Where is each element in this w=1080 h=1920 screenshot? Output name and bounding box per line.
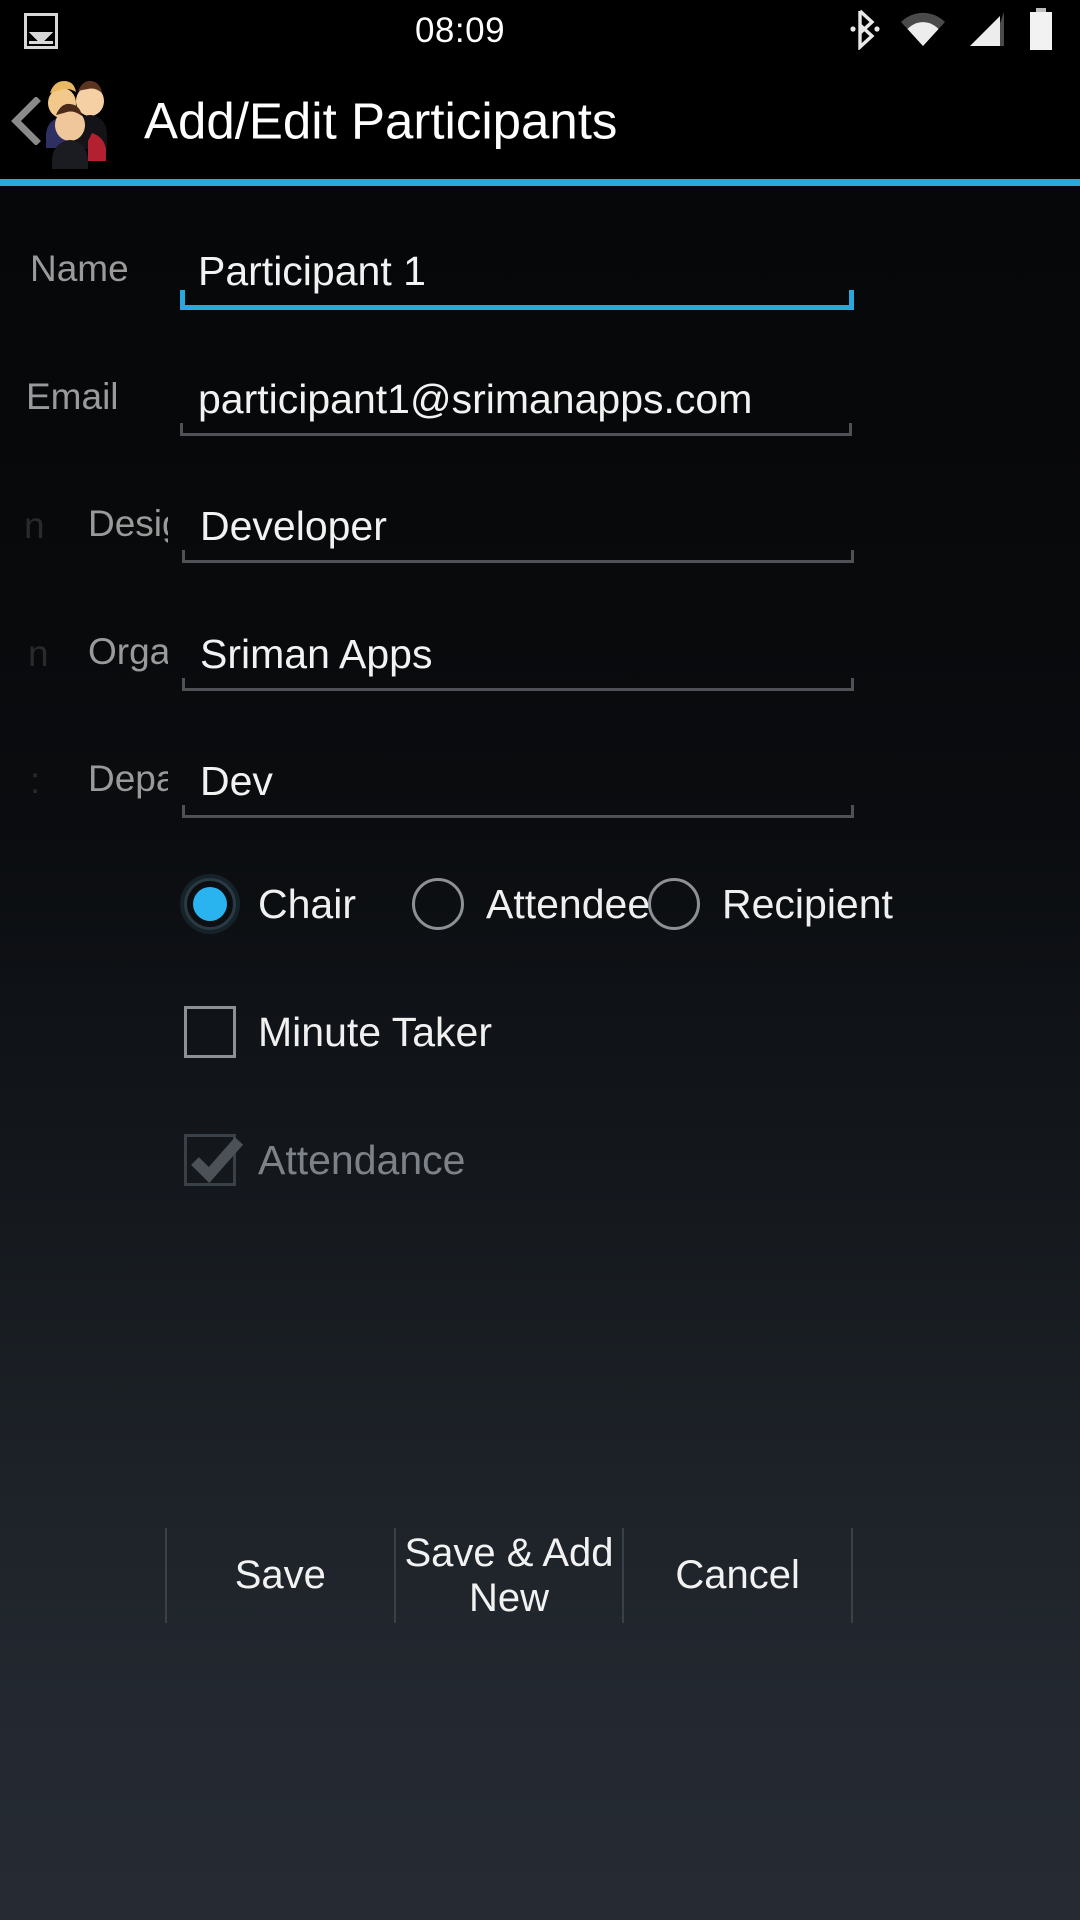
form-row-name: Name Participant 1 [0, 248, 1080, 310]
status-bar: 08:09 [0, 0, 1080, 62]
organization-input[interactable]: Sriman Apps [178, 631, 1018, 678]
role-option-attendee[interactable]: Attendee [412, 878, 651, 930]
role-option-recipient[interactable]: Recipient [648, 878, 893, 930]
radio-recipient-icon[interactable] [648, 878, 700, 930]
designation-input[interactable]: Developer [178, 503, 1018, 550]
wifi-icon [900, 10, 946, 53]
email-field-wrap: participant1@srimanapps.com [176, 376, 1008, 436]
form-action-bar: Save Save & Add New Cancel [165, 1528, 854, 1623]
form-row-department: : Depart Dev [0, 758, 1080, 818]
organization-input-underline [182, 678, 854, 691]
role-option-chair[interactable]: Chair [184, 878, 412, 930]
name-field-wrap: Participant 1 [176, 248, 1008, 310]
checkbox-minute-taker-label: Minute Taker [258, 1008, 492, 1055]
organization-field-wrap: Sriman Apps [178, 631, 1018, 691]
form-row-designation: n Design Developer [0, 503, 1080, 563]
checkbox-attendance-label: Attendance [258, 1136, 466, 1183]
department-input[interactable]: Dev [178, 758, 1018, 805]
status-bar-center: 08:09 [140, 11, 780, 51]
department-field-wrap: Dev [178, 758, 1018, 818]
form-row-email: Email participant1@srimanapps.com [0, 376, 1080, 436]
participants-group-icon [26, 73, 122, 173]
designation-input-underline [182, 550, 854, 563]
app-screen: 08:09 Add/Edit Participants Name Partici… [0, 0, 1080, 1920]
designation-label: Design [88, 503, 168, 544]
name-input-underline [180, 290, 854, 310]
status-bar-clock: 08:09 [414, 11, 506, 50]
department-input-underline [182, 805, 854, 818]
title-accent-divider [0, 179, 1080, 186]
name-input[interactable]: Participant 1 [176, 248, 1008, 295]
page-title: Add/Edit Participants [144, 92, 618, 149]
department-label-ghost: : [30, 760, 41, 801]
form-row-organization: n Organ Sriman Apps [0, 631, 1080, 691]
status-bar-right [780, 7, 1080, 55]
photo-icon [24, 13, 58, 49]
checkbox-attendance: Attendance [184, 1134, 465, 1186]
designation-field-wrap: Developer [178, 503, 1018, 563]
save-and-add-new-button[interactable]: Save & Add New [393, 1528, 623, 1623]
organization-label: Organ [88, 631, 168, 672]
email-input[interactable]: participant1@srimanapps.com [176, 376, 1008, 423]
organization-label-ghost: n [28, 633, 49, 674]
designation-label-ghost: n [24, 505, 45, 546]
role-option-chair-label: Chair [258, 880, 356, 927]
save-button[interactable]: Save [165, 1528, 394, 1623]
radio-chair-icon[interactable] [184, 878, 236, 930]
check-tick-icon [185, 1129, 247, 1191]
email-label: Email [26, 376, 119, 417]
role-option-attendee-label: Attendee [486, 880, 651, 927]
status-bar-left [0, 13, 140, 49]
title-bar: Add/Edit Participants [0, 62, 1080, 179]
role-radio-group: Chair Attendee Recipient [0, 878, 1080, 930]
cancel-button[interactable]: Cancel [622, 1528, 854, 1623]
department-label: Depart [88, 758, 168, 799]
checkbox-minute-taker-icon[interactable] [184, 1006, 236, 1058]
role-option-recipient-label: Recipient [722, 880, 893, 927]
bluetooth-icon [850, 8, 880, 55]
checkbox-attendance-icon [184, 1134, 244, 1186]
email-input-underline [180, 423, 852, 436]
battery-full-icon [1028, 7, 1054, 55]
radio-attendee-icon[interactable] [412, 878, 464, 930]
cellular-signal-icon [966, 10, 1008, 53]
checkbox-minute-taker[interactable]: Minute Taker [184, 1006, 492, 1058]
name-label: Name [30, 248, 129, 289]
